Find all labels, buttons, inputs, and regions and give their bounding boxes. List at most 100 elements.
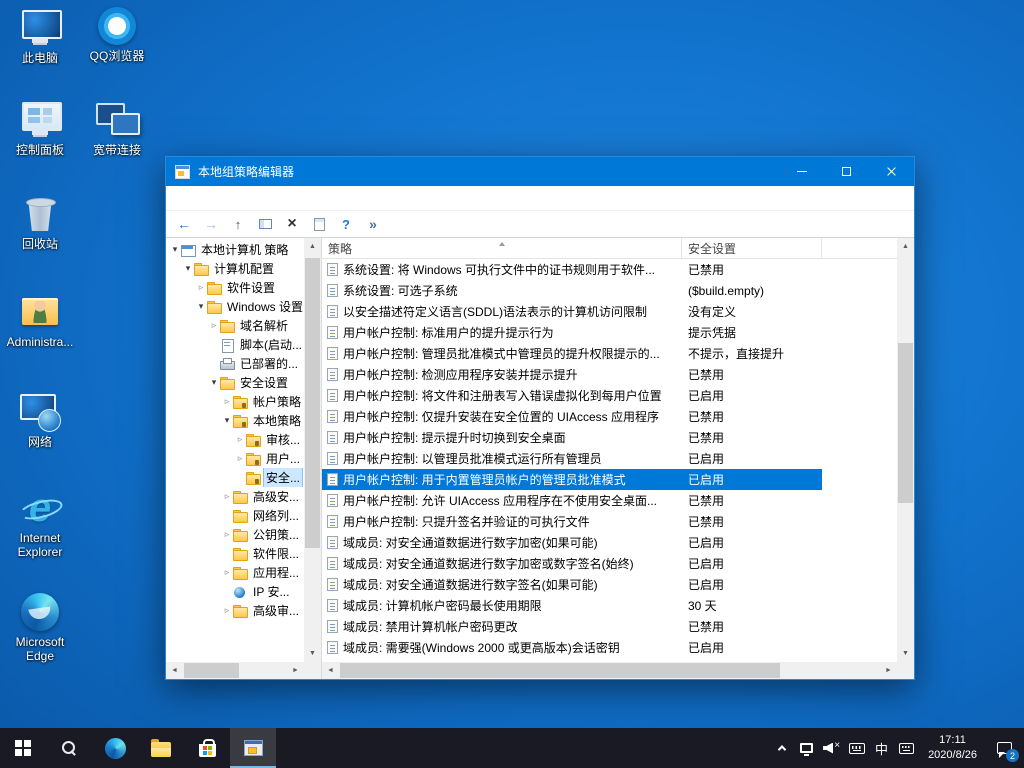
list-vertical-scrollbar[interactable]	[897, 238, 914, 662]
policy-row[interactable]: 用户帐户控制: 只提升签名并验证的可执行文件 已禁用	[322, 511, 897, 532]
policy-row[interactable]: 域成员: 对安全通道数据进行数字签名(如果可能) 已启用	[322, 574, 897, 595]
tree-item-security-settings[interactable]: 安全设置	[166, 373, 304, 392]
back-button[interactable]	[171, 213, 197, 236]
scrollbar-thumb[interactable]	[305, 258, 320, 548]
desktop-icon-network[interactable]: 网络	[2, 392, 78, 449]
tree-expander-icon[interactable]	[182, 263, 194, 274]
scroll-down-icon[interactable]	[897, 645, 914, 662]
column-header-policy[interactable]: 策略	[322, 238, 682, 258]
policy-row[interactable]: 用户帐户控制: 将文件和注册表写入错误虚拟化到每用户位置 已启用	[322, 385, 897, 406]
maximize-button[interactable]	[824, 157, 869, 186]
export-list-button[interactable]	[360, 213, 386, 236]
scroll-left-icon[interactable]	[322, 662, 339, 679]
tree-item-name-resolution[interactable]: 域名解析	[166, 316, 304, 335]
tree-expander-icon[interactable]	[221, 491, 233, 502]
policy-row[interactable]: 用户帐户控制: 检测应用程序安装并提示提升 已禁用	[322, 364, 897, 385]
policy-row[interactable]: 域成员: 禁用计算机帐户密码更改 已禁用	[322, 616, 897, 637]
file-explorer-button[interactable]	[138, 728, 184, 768]
tree-item-deployed-printers[interactable]: 已部署的...	[166, 354, 304, 373]
properties-button[interactable]	[306, 213, 332, 236]
tree-expander-icon[interactable]	[221, 415, 233, 426]
policy-row[interactable]: 用户帐户控制: 标准用户的提升提示行为 提示凭据	[322, 322, 897, 343]
tree-expander-icon[interactable]	[234, 453, 246, 464]
tree-horizontal-scrollbar[interactable]	[166, 662, 304, 679]
policy-row[interactable]: 以安全描述符定义语言(SDDL)语法表示的计算机访问限制 没有定义	[322, 301, 897, 322]
scroll-right-icon[interactable]	[880, 662, 897, 679]
menu-action[interactable]	[188, 186, 206, 210]
desktop-icon-recycle-bin[interactable]: 回收站	[2, 194, 78, 251]
scroll-down-icon[interactable]	[304, 645, 321, 662]
policy-row[interactable]: 用户帐户控制: 以管理员批准模式运行所有管理员 已启用	[322, 448, 897, 469]
delete-button[interactable]	[279, 213, 305, 236]
desktop[interactable]: 此电脑 QQ浏览器 控制面板 宽带连接 回收站 Administra... 网络…	[0, 0, 1024, 768]
store-button[interactable]	[184, 728, 230, 768]
network-tray-button[interactable]	[794, 728, 819, 768]
taskbar-clock[interactable]: 17:11 2020/8/26	[919, 728, 986, 768]
tree-item-account-policies[interactable]: 帐户策略	[166, 392, 304, 411]
desktop-icon-edge[interactable]: Microsoft Edge	[2, 592, 78, 664]
tree-vertical-scrollbar[interactable]	[304, 238, 321, 662]
tree-item-windows-settings[interactable]: Windows 设置	[166, 297, 304, 316]
tree-item-ip-security[interactable]: IP 安...	[166, 582, 304, 601]
policy-row[interactable]: 用户帐户控制: 管理员批准模式中管理员的提升权限提示的... 不提示，直接提升	[322, 343, 897, 364]
minimize-button[interactable]	[779, 157, 824, 186]
desktop-icon-this-pc[interactable]: 此电脑	[2, 8, 78, 65]
tree-item-software-settings[interactable]: 软件设置	[166, 278, 304, 297]
up-level-button[interactable]	[225, 213, 251, 236]
tree-item-user-rights[interactable]: 用户...	[166, 449, 304, 468]
tree-expander-icon[interactable]	[208, 377, 220, 388]
tree-item-computer-configuration[interactable]: 计算机配置	[166, 259, 304, 278]
ime-indicator[interactable]: 中	[869, 728, 894, 768]
menu-help[interactable]	[224, 186, 242, 210]
policy-row[interactable]: 系统设置: 将 Windows 可执行文件中的证书规则用于软件... 已禁用	[322, 259, 897, 280]
tree-item-local-computer-policy[interactable]: 本地计算机 策略	[166, 240, 304, 259]
tree-expander-icon[interactable]	[195, 301, 207, 312]
tree-item-adv-audit[interactable]: 高级审...	[166, 601, 304, 620]
tree-expander-icon[interactable]	[169, 244, 181, 255]
tree-expander-icon[interactable]	[221, 529, 233, 540]
hardware-keyboard-button[interactable]	[844, 728, 869, 768]
tree-item-scripts[interactable]: 脚本(启动...	[166, 335, 304, 354]
tree-item-network-list[interactable]: 网络列...	[166, 506, 304, 525]
show-console-tree-button[interactable]	[252, 213, 278, 236]
menu-file[interactable]	[170, 186, 188, 210]
notification-center-button[interactable]: 2	[986, 728, 1022, 768]
policy-row[interactable]: 用户帐户控制: 允许 UIAccess 应用程序在不使用安全桌面... 已禁用	[322, 490, 897, 511]
help-button[interactable]	[333, 213, 359, 236]
tree-item-local-policies[interactable]: 本地策略	[166, 411, 304, 430]
menu-view[interactable]	[206, 186, 224, 210]
tree-item-audit-policy[interactable]: 审核...	[166, 430, 304, 449]
tree-item-adv-firewall[interactable]: 高级安...	[166, 487, 304, 506]
desktop-icon-admin-folder[interactable]: Administra...	[2, 292, 78, 349]
desktop-icon-control-panel[interactable]: 控制面板	[2, 100, 78, 157]
title-bar[interactable]: 本地组策略编辑器	[166, 157, 914, 186]
start-button[interactable]	[0, 728, 46, 768]
desktop-icon-broadband[interactable]: 宽带连接	[79, 100, 155, 157]
scrollbar-thumb[interactable]	[184, 663, 239, 678]
tree-expander-icon[interactable]	[195, 282, 207, 293]
scroll-right-icon[interactable]	[287, 662, 304, 679]
policy-row[interactable]: 用户帐户控制: 用于内置管理员帐户的管理员批准模式 已启用	[322, 469, 897, 490]
tree-expander-icon[interactable]	[234, 434, 246, 445]
policy-row[interactable]: 域成员: 对安全通道数据进行数字加密或数字签名(始终) 已启用	[322, 553, 897, 574]
forward-button[interactable]	[198, 213, 224, 236]
tree-item-public-key[interactable]: 公钥策...	[166, 525, 304, 544]
scrollbar-thumb[interactable]	[898, 343, 913, 503]
scrollbar-thumb[interactable]	[340, 663, 780, 678]
desktop-icon-ie[interactable]: Internet Explorer	[2, 488, 78, 560]
list-horizontal-scrollbar[interactable]	[322, 662, 897, 679]
tree-expander-icon[interactable]	[208, 320, 220, 331]
gpedit-taskbar-button[interactable]	[230, 728, 276, 768]
tree-expander-icon[interactable]	[221, 567, 233, 578]
desktop-icon-qq-browser[interactable]: QQ浏览器	[79, 6, 155, 63]
policy-row[interactable]: 系统设置: 可选子系统 ($build.empty)	[322, 280, 897, 301]
search-button[interactable]	[46, 728, 92, 768]
policy-row[interactable]: 用户帐户控制: 仅提升安装在安全位置的 UIAccess 应用程序 已禁用	[322, 406, 897, 427]
scroll-up-icon[interactable]	[304, 238, 321, 255]
column-header-setting[interactable]: 安全设置	[682, 238, 822, 258]
policy-row[interactable]: 域成员: 计算机帐户密码最长使用期限 30 天	[322, 595, 897, 616]
policy-row[interactable]: 域成员: 需要强(Windows 2000 或更高版本)会话密钥 已启用	[322, 637, 897, 658]
policy-row[interactable]: 用户帐户控制: 提示提升时切换到安全桌面 已禁用	[322, 427, 897, 448]
touch-keyboard-button[interactable]	[894, 728, 919, 768]
policy-row[interactable]: 域成员: 对安全通道数据进行数字加密(如果可能) 已启用	[322, 532, 897, 553]
